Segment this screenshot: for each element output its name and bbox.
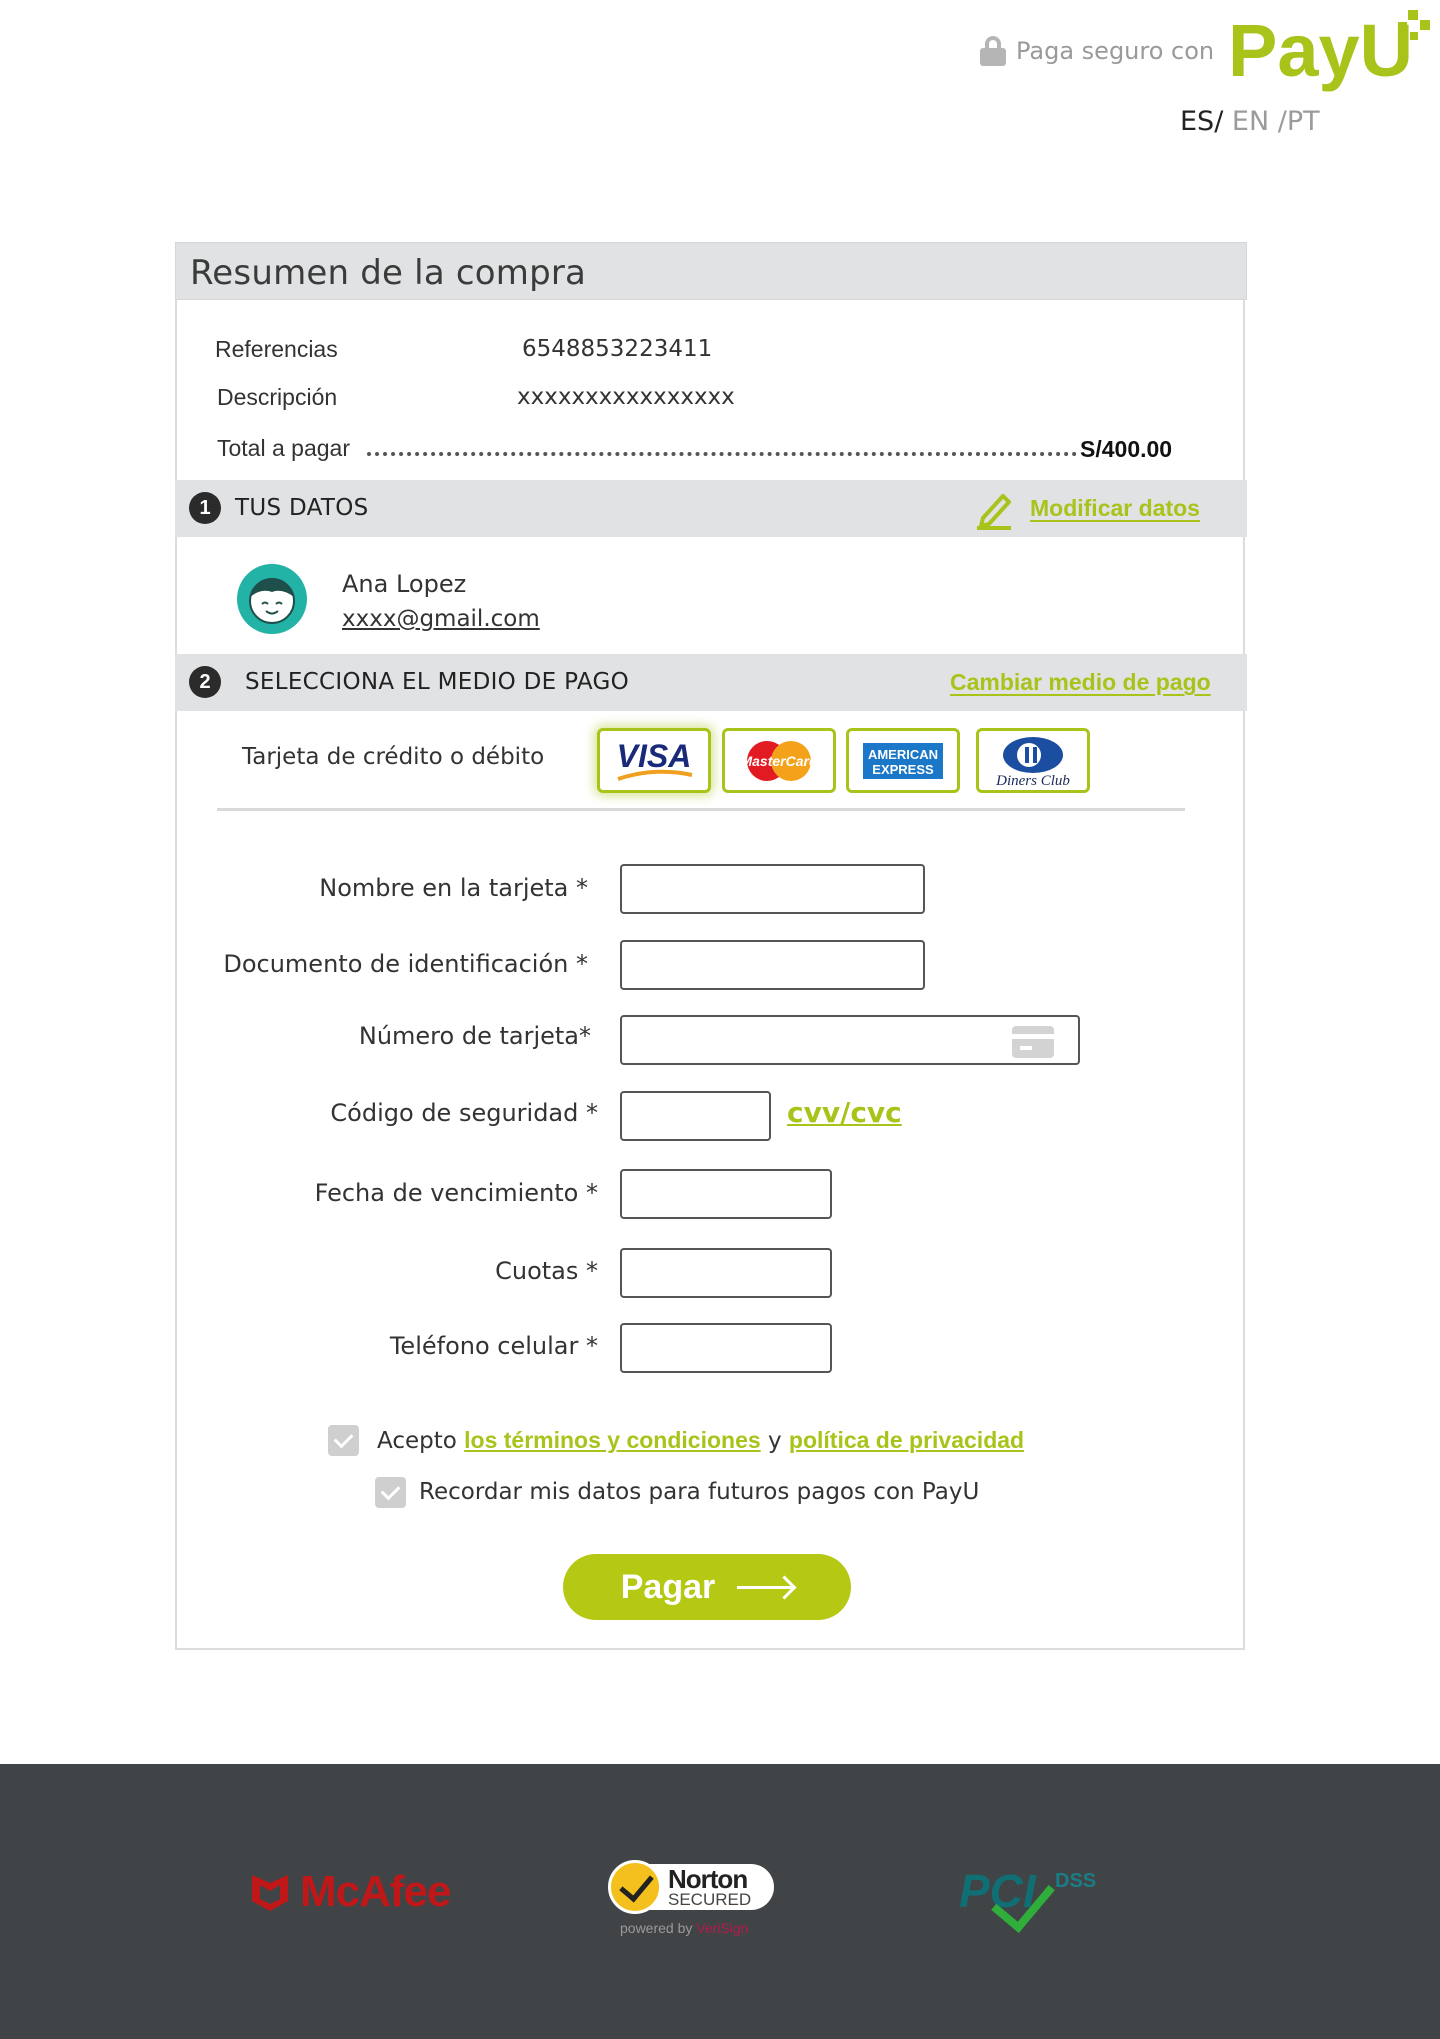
user-email[interactable]: xxxx@gmail.com: [342, 606, 540, 632]
accept-prefix: Acepto: [377, 1428, 465, 1454]
lang-es[interactable]: ES/: [1180, 106, 1223, 137]
accept-terms-text: Acepto los términos y condiciones y polí…: [377, 1427, 1024, 1454]
mastercard-option[interactable]: MasterCard: [722, 728, 836, 793]
visa-card-option[interactable]: VISA: [597, 728, 711, 793]
terms-link[interactable]: los términos y condiciones: [464, 1427, 761, 1453]
security-code-input[interactable]: [620, 1091, 771, 1141]
expiry-date-input[interactable]: [620, 1169, 832, 1219]
remember-data-checkbox[interactable]: [375, 1477, 406, 1508]
pencil-icon[interactable]: [975, 488, 1013, 530]
arrow-right-icon: [737, 1585, 794, 1589]
phone-input[interactable]: [620, 1323, 832, 1373]
norton-subtitle: SECURED: [668, 1890, 752, 1909]
diners-club-logo-icon: Diners Club: [995, 737, 1070, 789]
step2-header: 2 SELECCIONA EL MEDIO DE PAGO Cambiar me…: [175, 654, 1247, 711]
step1-number: 1: [189, 492, 221, 524]
norton-check-icon: [608, 1860, 662, 1914]
document-label: Documento de identificación *: [223, 950, 588, 978]
lock-icon: [980, 36, 1006, 66]
accept-terms-checkbox[interactable]: [328, 1425, 359, 1456]
cvv-help-link[interactable]: cvv/cvc: [787, 1096, 902, 1129]
description-value: xxxxxxxxxxxxxxxx: [517, 384, 735, 410]
step2-title: SELECCIONA EL MEDIO DE PAGO: [245, 669, 629, 695]
avatar-face-icon: [249, 578, 295, 624]
description-label: Descripción: [217, 384, 338, 410]
checkout-page: Paga seguro con PayU ES/ EN /PT Resumen …: [0, 0, 1440, 2039]
phone-label: Teléfono celular *: [389, 1332, 598, 1360]
credit-card-icon: [1012, 1026, 1054, 1058]
amex-card-option[interactable]: AMERICAN EXPRESS: [846, 728, 960, 793]
mastercard-logo-icon: MasterCard: [740, 741, 818, 781]
amex-logo-icon: AMERICAN EXPRESS: [863, 743, 943, 779]
mcafee-text: McAfee: [300, 1867, 451, 1916]
pci-dss-badge: PCI DSS: [955, 1864, 1115, 1934]
norton-secured-badge: Norton SECURED powered by VeriSign: [608, 1860, 778, 1940]
payu-logo-text: PayU: [1228, 9, 1413, 92]
security-code-label: Código de seguridad *: [330, 1099, 598, 1127]
step1-header: 1 TUS DATOS Modificar datos: [175, 480, 1247, 537]
pay-button-label: Pagar: [620, 1567, 716, 1606]
step2-number: 2: [189, 666, 221, 698]
purchase-card: Resumen de la compra Referencias 6548853…: [175, 242, 1247, 1650]
mastercard-logo-text: MasterCard: [740, 753, 817, 769]
total-dotted-leader: [367, 452, 1077, 456]
payment-method-label: Tarjeta de crédito o débito: [242, 744, 545, 770]
visa-logo-text: VISA: [617, 738, 692, 774]
summary-title: Resumen de la compra: [190, 253, 587, 293]
payu-logo: PayU: [1228, 9, 1430, 92]
user-name: Ana Lopez: [342, 570, 467, 598]
footer: McAfee Norton SECURED powered by VeriSig…: [0, 1764, 1440, 2039]
card-name-label: Nombre en la tarjeta *: [319, 874, 588, 902]
amex-logo-line1: AMERICAN: [868, 747, 938, 762]
pay-button[interactable]: Pagar: [563, 1554, 851, 1620]
modify-data-link[interactable]: Modificar datos: [1030, 495, 1200, 522]
step1-title: TUS DATOS: [235, 495, 369, 521]
change-payment-method-link[interactable]: Cambiar medio de pago: [950, 669, 1211, 696]
avatar: [237, 564, 307, 634]
expiry-date-label: Fecha de vencimiento *: [314, 1179, 598, 1207]
lang-en[interactable]: EN /: [1223, 106, 1287, 137]
total-label: Total a pagar: [217, 435, 350, 461]
diners-club-option[interactable]: Diners Club: [976, 728, 1090, 793]
pci-dss-text: DSS: [1055, 1870, 1097, 1892]
accept-and: y: [760, 1428, 789, 1454]
lang-pt[interactable]: PT: [1287, 106, 1320, 137]
secure-payment-notice: Paga seguro con: [980, 36, 1214, 66]
installments-label: Cuotas *: [495, 1257, 598, 1285]
privacy-policy-link[interactable]: política de privacidad: [789, 1427, 1024, 1453]
visa-logo-icon: VISA: [617, 738, 693, 781]
language-switcher: ES/ EN /PT: [1180, 106, 1320, 137]
amex-logo-line2: EXPRESS: [872, 762, 934, 777]
card-number-input[interactable]: [620, 1015, 1080, 1065]
summary-header: Resumen de la compra: [175, 242, 1247, 300]
total-value: S/400.00: [1080, 436, 1173, 462]
reference-value: 6548853223411: [522, 336, 713, 362]
payment-divider: [217, 808, 1185, 811]
card-name-input[interactable]: [620, 864, 925, 914]
secure-text: Paga seguro con: [1016, 37, 1215, 65]
reference-label: Referencias: [215, 336, 338, 362]
card-number-label: Número de tarjeta*: [358, 1022, 591, 1050]
remember-data-text: Recordar mis datos para futuros pagos co…: [419, 1479, 980, 1505]
norton-powered-by: powered by VeriSign: [620, 1920, 749, 1936]
mcafee-badge: McAfee: [250, 1867, 451, 1917]
installments-input[interactable]: [620, 1248, 832, 1298]
diners-club-logo-text: Diners Club: [995, 773, 1070, 789]
document-input[interactable]: [620, 940, 925, 990]
mcafee-shield-icon: [252, 1875, 288, 1911]
